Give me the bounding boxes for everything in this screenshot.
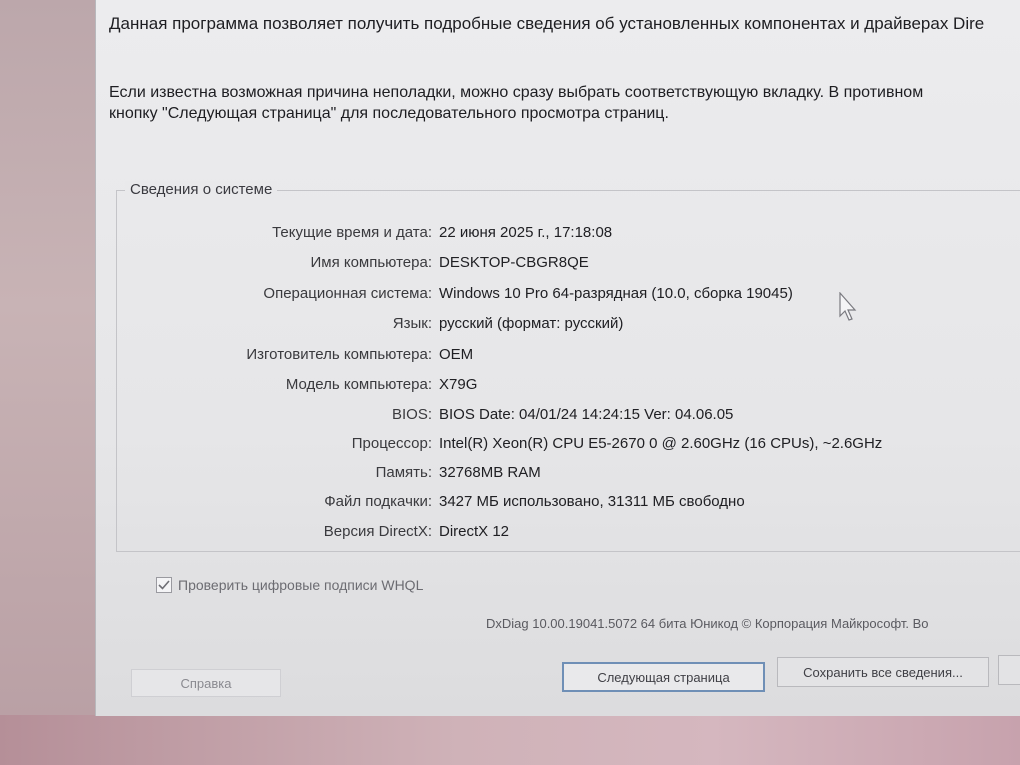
info-row-model: Модель компьютера: X79G — [117, 376, 1020, 400]
intro-text-2a: Если известна возможная причина неполадк… — [109, 84, 924, 101]
info-row-datetime: Текущие время и дата: 22 июня 2025 г., 1… — [117, 224, 1020, 248]
intro-text-2: Если известна возможная причина неполадк… — [109, 82, 1020, 124]
info-value: 3427 МБ использовано, 31311 МБ свободно — [439, 493, 745, 510]
desktop-background-bottom — [0, 715, 1020, 765]
info-label: Язык: — [392, 315, 432, 332]
whql-checkbox[interactable] — [156, 577, 172, 593]
info-row-processor: Процессор: Intel(R) Xeon(R) CPU E5-2670 … — [117, 435, 1020, 459]
info-value: X79G — [439, 376, 478, 393]
info-value: 32768MB RAM — [439, 464, 541, 481]
info-label: Имя компьютера: — [310, 254, 432, 271]
system-info-title: Сведения о системе — [125, 181, 278, 198]
info-value: BIOS Date: 04/01/24 14:24:15 Ver: 04.06.… — [439, 406, 734, 423]
info-label: Изготовитель компьютера: — [246, 346, 432, 363]
save-all-info-button[interactable]: Сохранить все сведения... — [777, 657, 989, 687]
dxdiag-window: Данная программа позволяет получить подр… — [95, 0, 1020, 716]
info-label: Файл подкачки: — [324, 493, 432, 510]
info-row-os: Операционная система: Windows 10 Pro 64-… — [117, 285, 1020, 309]
info-value: 22 июня 2025 г., 17:18:08 — [439, 224, 613, 241]
version-footer: DxDiag 10.00.19041.5072 64 бита Юникод ©… — [486, 616, 929, 631]
info-row-bios: BIOS: BIOS Date: 04/01/24 14:24:15 Ver: … — [117, 406, 1020, 430]
info-label: Модель компьютера: — [285, 376, 432, 393]
info-value: DESKTOP-CBGR8QE — [439, 254, 589, 271]
info-label: Память: — [375, 464, 432, 481]
info-value: Windows 10 Pro 64-разрядная (10.0, сборк… — [439, 285, 793, 302]
info-row-language: Язык: русский (формат: русский) — [117, 315, 1020, 339]
help-button[interactable]: Справка — [131, 669, 281, 697]
info-label: Процессор: — [351, 435, 432, 452]
info-row-directx: Версия DirectX: DirectX 12 — [117, 523, 1020, 547]
info-value: Intel(R) Xeon(R) CPU E5-2670 0 @ 2.60GHz… — [439, 435, 883, 452]
info-label: Версия DirectX: — [323, 523, 432, 540]
system-info-group: Сведения о системе Текущие время и дата:… — [116, 181, 1020, 552]
info-row-memory: Память: 32768MB RAM — [117, 464, 1020, 488]
mouse-cursor-icon — [839, 292, 857, 321]
info-value: OEM — [439, 346, 474, 363]
checkmark-icon — [158, 580, 170, 590]
next-page-button[interactable]: Следующая страница — [562, 662, 765, 692]
intro-text-1: Данная программа позволяет получить подр… — [109, 14, 985, 33]
info-label: Текущие время и дата: — [272, 224, 432, 241]
info-row-manufacturer: Изготовитель компьютера: OEM — [117, 346, 1020, 370]
info-value: DirectX 12 — [439, 523, 510, 540]
info-value: русский (формат: русский) — [439, 315, 624, 332]
info-row-pagefile: Файл подкачки: 3427 МБ использовано, 313… — [117, 493, 1020, 517]
intro-text-2b: кнопку "Следующая страница" для последов… — [109, 105, 669, 122]
info-label: BIOS: — [391, 406, 432, 423]
info-label: Операционная система: — [263, 285, 432, 302]
whql-label: Проверить цифровые подписи WHQL — [178, 577, 424, 593]
info-row-computer-name: Имя компьютера: DESKTOP-CBGR8QE — [117, 254, 1020, 278]
exit-button[interactable] — [998, 655, 1020, 685]
